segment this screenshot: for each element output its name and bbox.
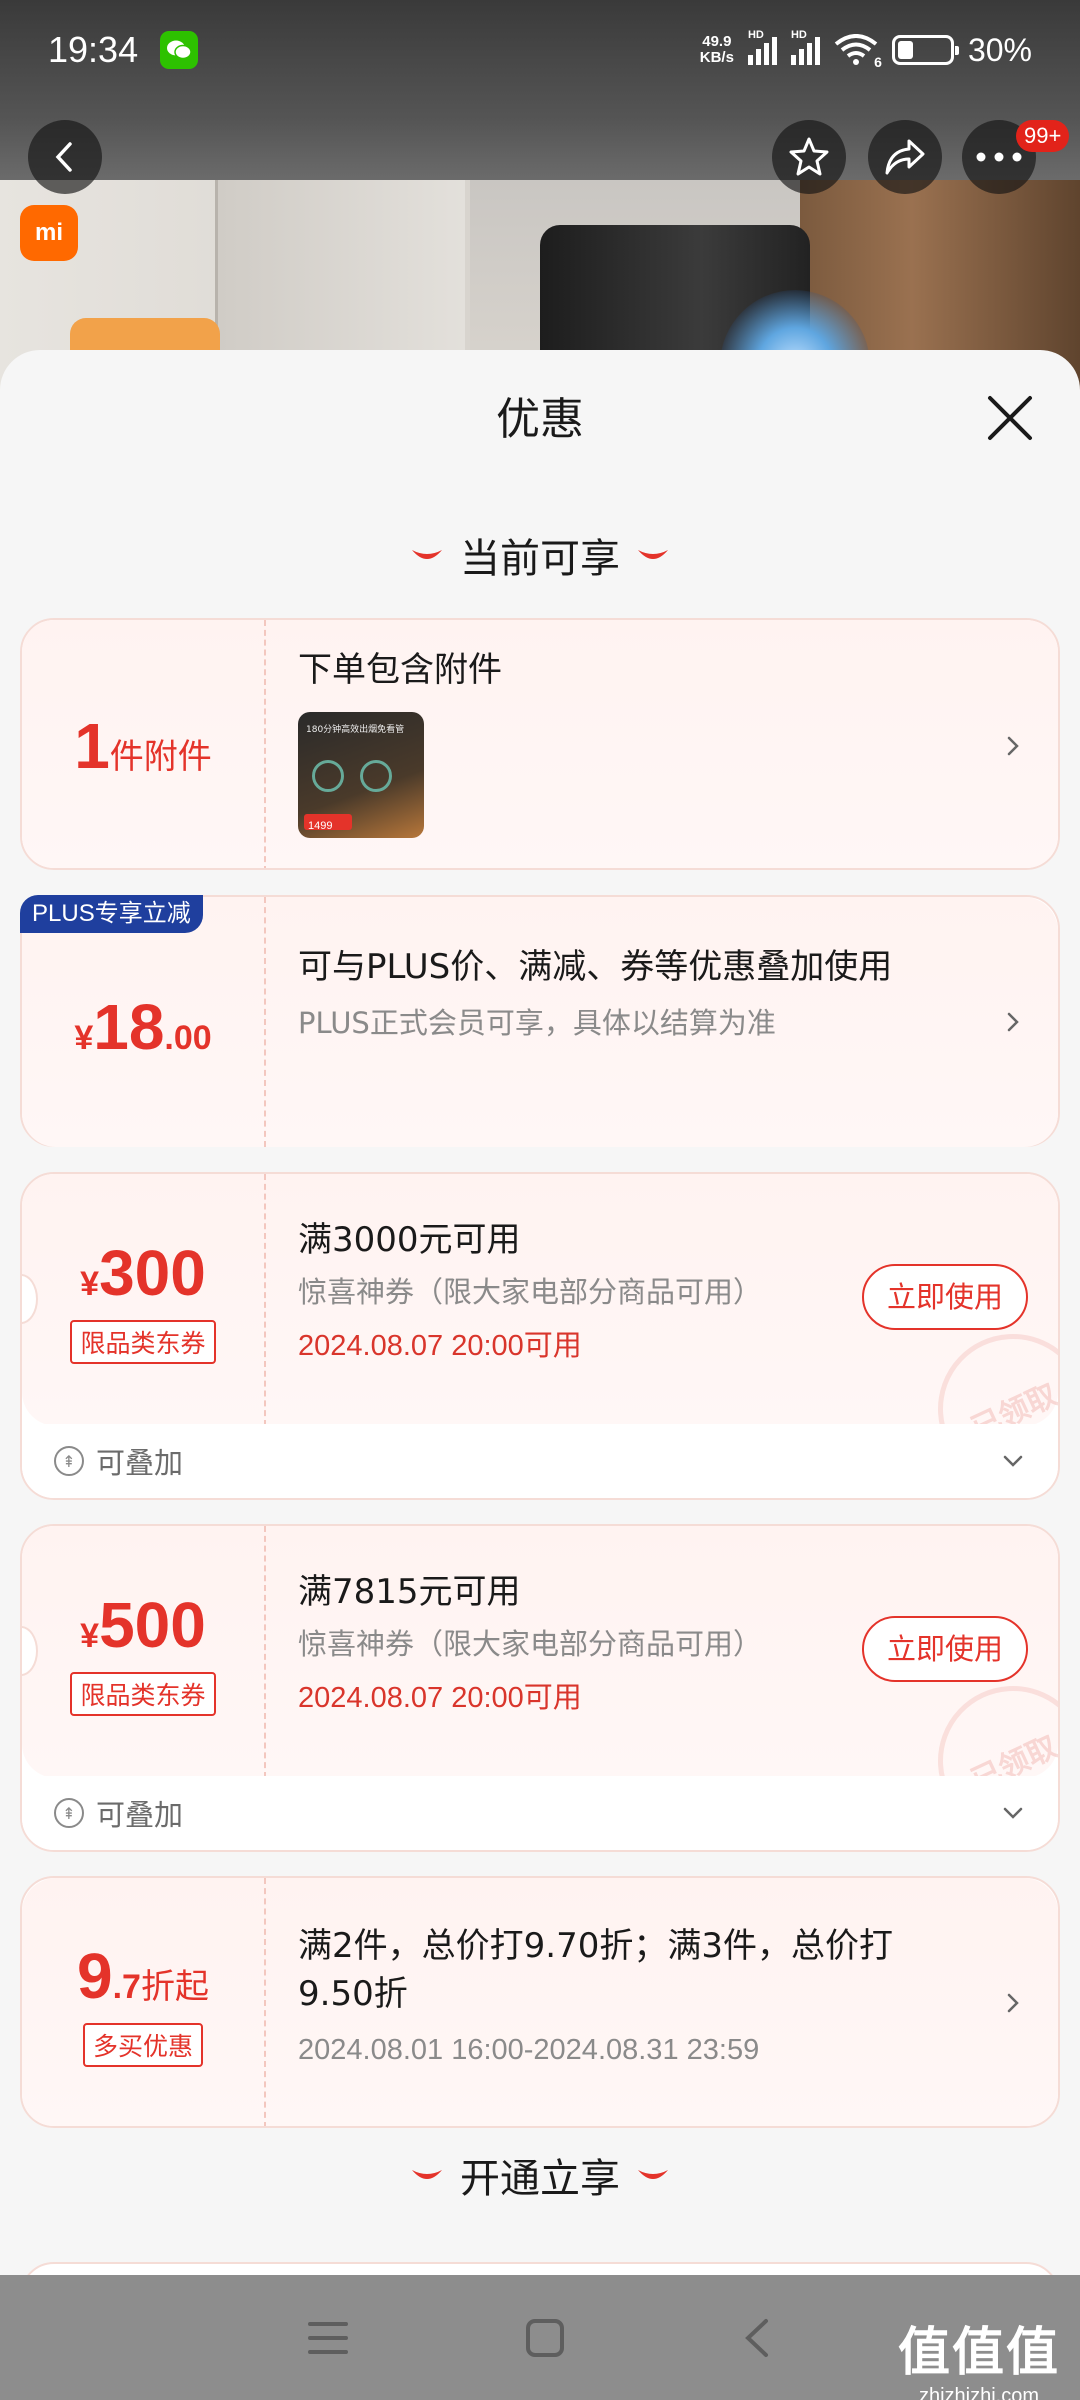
offer-title: 满7815元可用 bbox=[298, 1572, 521, 1612]
stack-icon: ⇞ bbox=[54, 1446, 84, 1476]
share-button[interactable] bbox=[868, 120, 942, 194]
offer-card-coupon-500: ¥500 限品类东券 满7815元可用 惊喜神券（限大家电部分商品可用） 202… bbox=[20, 1524, 1060, 1852]
offer-left: ¥18.00 bbox=[22, 897, 266, 1147]
sheet-header: 优惠 bbox=[0, 350, 1080, 480]
offer-title: 下单包含附件 bbox=[298, 650, 502, 690]
battery-icon bbox=[891, 35, 959, 65]
use-now-button[interactable]: 立即使用 bbox=[862, 1616, 1028, 1682]
offer-title: 满2件，总价打9.70折；满3件，总价打9.50折 bbox=[298, 1926, 893, 2014]
offer-subtitle: 2024.08.01 16:00-2024.08.31 23:59 bbox=[298, 2034, 760, 2066]
offer-left: ¥500 限品类东券 bbox=[22, 1526, 266, 1778]
offer-left: 1件附件 bbox=[22, 620, 266, 868]
offers-sheet: 优惠 当前可享 1件附件 下单包含附件 180分钟高效出烟免看管 1499 PL… bbox=[0, 350, 1080, 2275]
chevron-right-icon bbox=[1007, 1993, 1019, 2013]
stackable-row[interactable]: ⇞ 可叠加 bbox=[22, 1776, 1058, 1850]
offer-left: 9.7折起 多买优惠 bbox=[22, 1878, 266, 2126]
section-open: 开通立享 bbox=[0, 2140, 1080, 2210]
favorite-button[interactable] bbox=[772, 120, 846, 194]
offer-card-multibuy[interactable]: 9.7折起 多买优惠 满2件，总价打9.70折；满3件，总价打9.50折 202… bbox=[20, 1876, 1060, 2128]
category-tag: 多买优惠 bbox=[82, 2023, 203, 2067]
chevron-right-icon bbox=[1007, 736, 1019, 756]
signal-icon-2: HD bbox=[790, 29, 820, 65]
chevron-down-icon bbox=[1003, 1807, 1023, 1819]
chevron-down-icon bbox=[1003, 1455, 1023, 1467]
swoosh-left-icon bbox=[412, 550, 442, 559]
accessory-thumbnail: 180分钟高效出烟免看管 1499 bbox=[298, 712, 424, 838]
use-now-button[interactable]: 立即使用 bbox=[862, 1264, 1028, 1330]
network-speed: 49.9 KB/s bbox=[699, 33, 734, 66]
home-square-icon[interactable] bbox=[525, 2318, 565, 2358]
more-dots-icon bbox=[976, 152, 1022, 162]
mi-logo: mi bbox=[20, 205, 78, 261]
signal-icon: HD bbox=[747, 29, 777, 65]
offer-date: 2024.08.07 20:00可用 bbox=[298, 1330, 582, 1362]
offer-date: 2024.08.07 20:00可用 bbox=[298, 1682, 582, 1714]
offer-card-coupon-300: ¥300 限品类东券 满3000元可用 惊喜神券（限大家电部分商品可用） 202… bbox=[20, 1172, 1060, 1500]
wifi-icon: 6 bbox=[834, 34, 882, 70]
offer-card-plus[interactable]: PLUS专享立减 ¥18.00 可与PLUS价、满减、券等优惠叠加使用 PLUS… bbox=[20, 895, 1060, 1147]
offer-card-accessory[interactable]: 1件附件 下单包含附件 180分钟高效出烟免看管 1499 bbox=[20, 618, 1060, 870]
swoosh-right-icon bbox=[638, 550, 668, 559]
close-icon[interactable] bbox=[984, 392, 1036, 444]
sheet-title: 优惠 bbox=[496, 394, 584, 445]
offer-title: 可与PLUS价、满减、券等优惠叠加使用 bbox=[298, 947, 893, 987]
star-icon bbox=[789, 137, 829, 176]
status-time: 19:34 bbox=[48, 29, 139, 70]
more-badge: 99+ bbox=[1016, 120, 1070, 152]
plus-tag: PLUS专享立减 bbox=[20, 895, 203, 933]
wechat-notification-icon bbox=[160, 31, 199, 69]
section-current: 当前可享 bbox=[0, 520, 1080, 590]
menu-icon[interactable] bbox=[308, 2320, 349, 2356]
category-tag: 限品类东券 bbox=[70, 1672, 216, 1716]
back-button[interactable] bbox=[28, 120, 102, 194]
share-icon bbox=[885, 139, 925, 175]
offer-right: 可与PLUS价、满减、券等优惠叠加使用 PLUS正式会员可享，具体以结算为准 bbox=[298, 897, 968, 1045]
offer-right: 满2件，总价打9.70折；满3件，总价打9.50折 2024.08.01 16:… bbox=[298, 1878, 968, 2072]
site-watermark: 值值值 zhizhizhi.com bbox=[897, 2323, 1060, 2400]
back-arrow-icon bbox=[55, 142, 72, 172]
stack-icon: ⇞ bbox=[54, 1798, 84, 1828]
status-bar: 19:34 49.9 KB/s HD HD 6 30% bbox=[0, 0, 1080, 100]
offer-left: ¥300 限品类东券 bbox=[22, 1174, 266, 1426]
offer-right: 下单包含附件 180分钟高效出烟免看管 1499 bbox=[298, 620, 1028, 838]
chevron-right-icon bbox=[1007, 1012, 1019, 1032]
offer-subtitle: PLUS正式会员可享，具体以结算为准 bbox=[298, 1006, 776, 1040]
battery-percent: 30% bbox=[967, 31, 1032, 68]
swoosh-right-icon bbox=[638, 2170, 668, 2179]
stackable-row[interactable]: ⇞ 可叠加 bbox=[22, 1424, 1058, 1498]
offer-title: 满3000元可用 bbox=[298, 1220, 521, 1260]
back-chevron-icon[interactable] bbox=[742, 2318, 772, 2358]
offer-card-partial bbox=[20, 2262, 1060, 2275]
category-tag: 限品类东券 bbox=[70, 1320, 216, 1364]
swoosh-left-icon bbox=[412, 2170, 442, 2179]
